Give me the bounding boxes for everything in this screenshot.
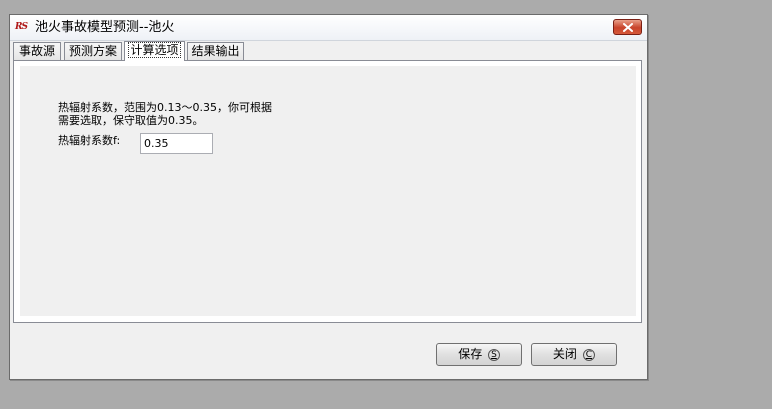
- window-close-button[interactable]: [613, 19, 642, 35]
- coefficient-input[interactable]: [140, 133, 213, 154]
- title-bar[interactable]: RS 池火事故模型预测--池火: [10, 15, 647, 41]
- tab-label: 计算选项: [128, 42, 181, 58]
- close-x-icon: [623, 23, 633, 32]
- tab-label: 事故源: [18, 44, 55, 58]
- tab-label: 预测方案: [68, 44, 117, 58]
- calculation-options-page: 热辐射系数，范围为0.13～0.35，你可根据 需要选取，保守取值为0.35。 …: [13, 60, 642, 323]
- window-title: 池火事故模型预测--池火: [35, 20, 175, 35]
- close-button-label: 关闭: [552, 347, 577, 361]
- close-shortcut-key: C: [582, 349, 596, 361]
- tab-calculation-options[interactable]: 计算选项: [124, 41, 185, 61]
- save-button-label: 保存: [458, 347, 483, 361]
- tab-prediction-plan[interactable]: 预测方案: [64, 42, 122, 60]
- tab-accident-source[interactable]: 事故源: [13, 42, 61, 60]
- tab-result-output[interactable]: 结果输出: [187, 42, 244, 60]
- app-logo-icon: RS: [15, 22, 28, 32]
- description-line: 需要选取，保守取值为0.35。: [58, 114, 204, 127]
- coefficient-description: 热辐射系数，范围为0.13～0.35，你可根据 需要选取，保守取值为0.35。: [58, 101, 272, 127]
- description-line: 热辐射系数，范围为0.13～0.35，你可根据: [58, 101, 272, 114]
- save-shortcut-key: S: [488, 349, 500, 361]
- tab-label: 结果输出: [191, 44, 240, 58]
- coefficient-label: 热辐射系数f:: [58, 134, 121, 147]
- dialog-button-bar: 保存 S 关闭 C: [10, 323, 647, 379]
- pool-fire-dialog: RS 池火事故模型预测--池火 事故源 预测方案 计算选项 结果输出 热辐射系数…: [9, 14, 648, 380]
- save-button[interactable]: 保存 S: [436, 343, 522, 366]
- close-button[interactable]: 关闭 C: [531, 343, 617, 366]
- options-panel: 热辐射系数，范围为0.13～0.35，你可根据 需要选取，保守取值为0.35。 …: [20, 66, 636, 316]
